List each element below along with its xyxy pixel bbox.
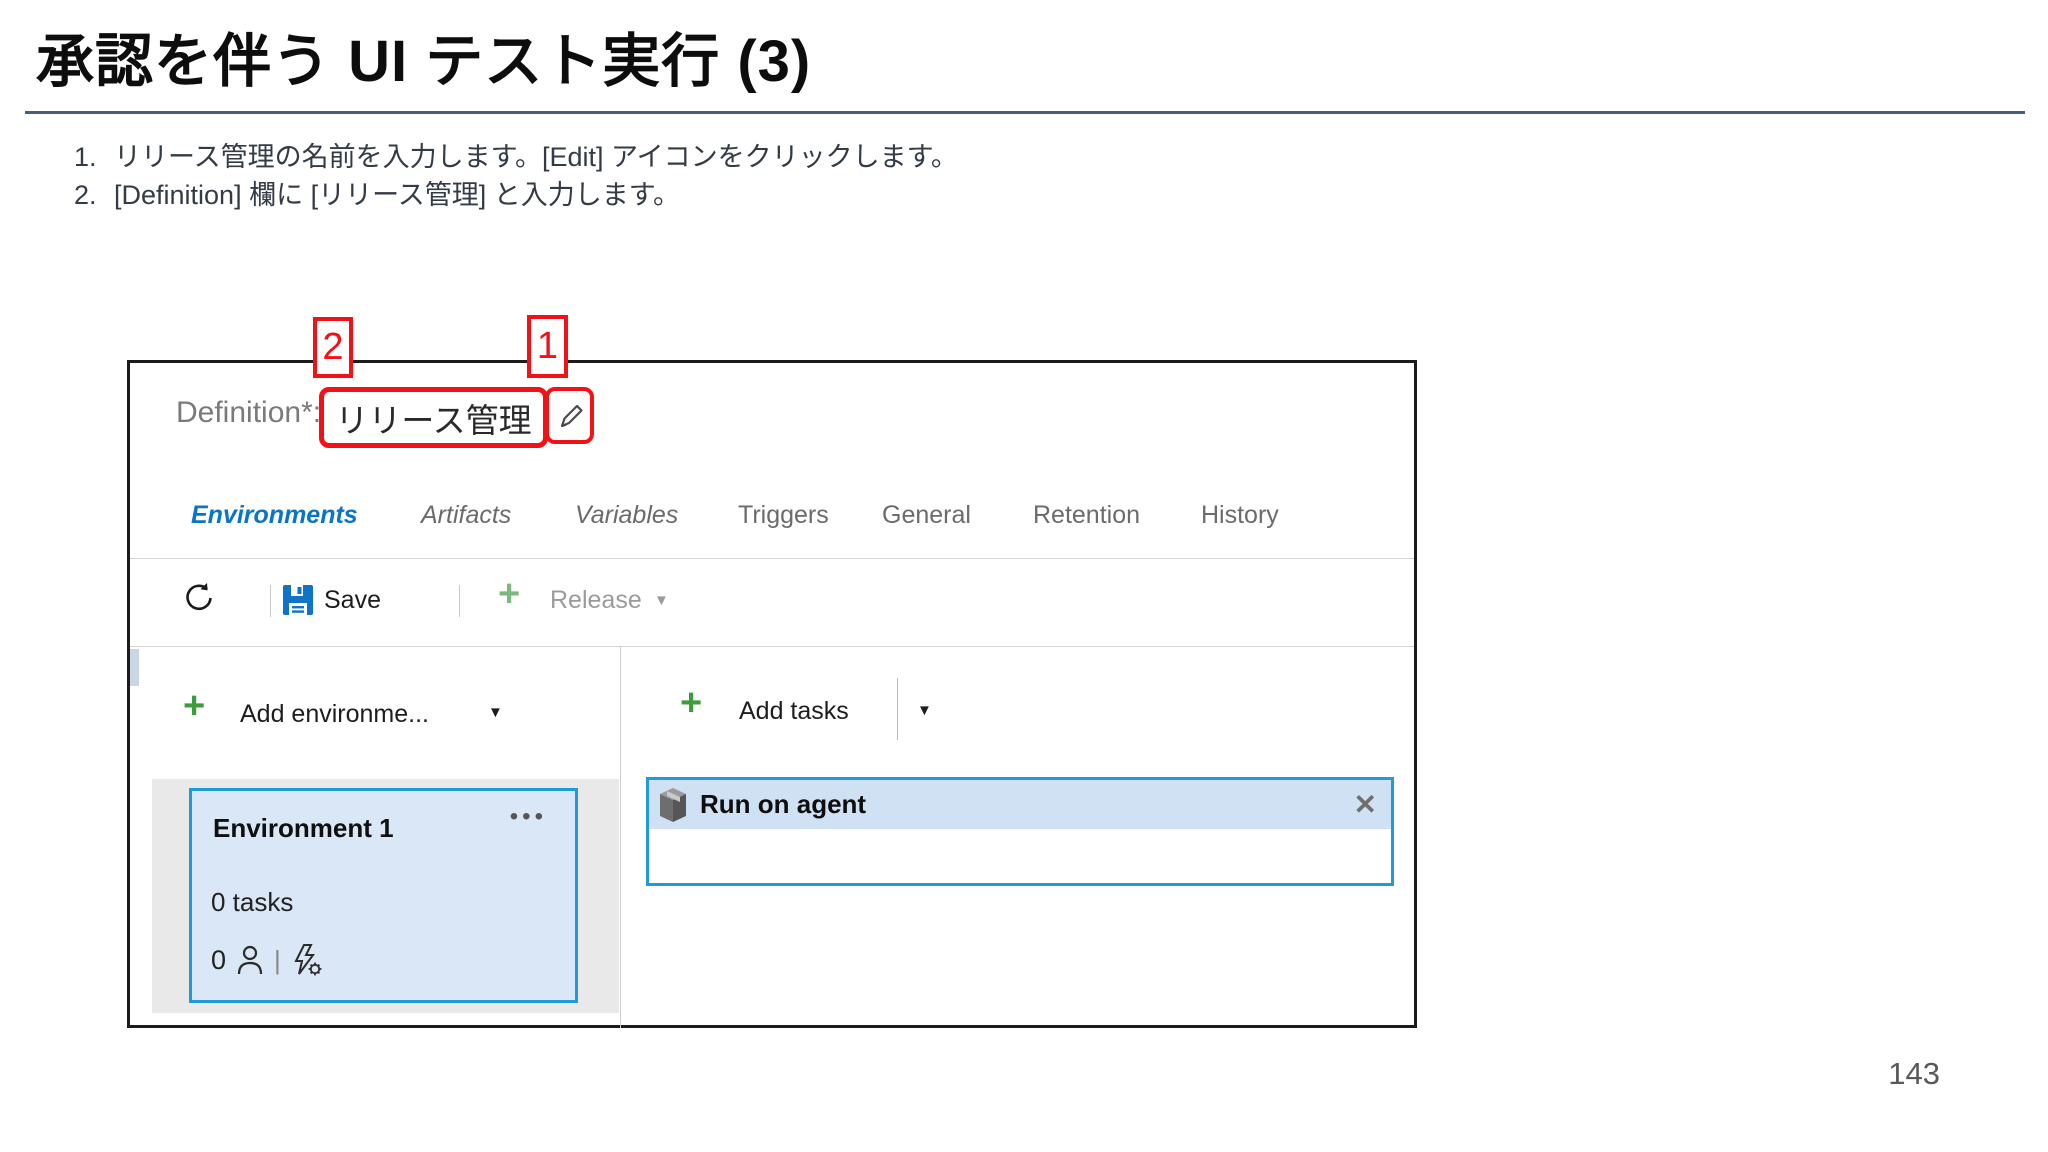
edit-pencil-icon[interactable] bbox=[553, 399, 587, 433]
pane-divider bbox=[620, 646, 621, 1028]
tab-variables[interactable]: Variables bbox=[575, 501, 678, 530]
add-tasks-caret-icon[interactable]: ▼ bbox=[917, 702, 932, 719]
task-group-panel: Run on agent ✕ bbox=[646, 777, 1394, 886]
add-tasks-divider bbox=[897, 678, 898, 740]
annotation-box-definition-value: リリース管理 bbox=[319, 387, 548, 448]
annotation-label-2: 2 bbox=[313, 317, 353, 378]
release-button[interactable]: Release bbox=[550, 586, 642, 615]
annotation-number: 2 bbox=[322, 326, 344, 368]
step-text: リリース管理の名前を入力します。[Edit] アイコンをクリックします。 bbox=[114, 142, 958, 172]
tab-retention[interactable]: Retention bbox=[1033, 501, 1140, 530]
environment-menu-button[interactable]: ••• bbox=[510, 803, 547, 831]
tab-environments[interactable]: Environments bbox=[191, 501, 358, 530]
tab-artifacts[interactable]: Artifacts bbox=[421, 501, 511, 530]
tab-general[interactable]: General bbox=[882, 501, 971, 530]
task-group-title: Run on agent bbox=[700, 789, 867, 819]
environment-name: Environment 1 bbox=[213, 813, 394, 843]
add-environment-button[interactable]: Add environme... bbox=[240, 700, 429, 729]
add-environment-caret-icon[interactable]: ▼ bbox=[488, 704, 503, 721]
package-icon bbox=[658, 786, 688, 824]
refresh-icon bbox=[186, 583, 212, 611]
task-group-header[interactable]: Run on agent bbox=[649, 780, 1391, 829]
tab-triggers[interactable]: Triggers bbox=[738, 501, 829, 530]
add-environment-plus-icon: + bbox=[183, 685, 206, 727]
add-tasks-button[interactable]: Add tasks bbox=[739, 697, 849, 726]
release-plus-icon: + bbox=[498, 573, 521, 615]
approvers-count: 0 bbox=[211, 944, 227, 975]
save-button[interactable]: Save bbox=[324, 586, 381, 615]
annotation-label-1: 1 bbox=[527, 315, 568, 378]
list-item: 1. リリース管理の名前を入力します。[Edit] アイコンをクリックします。 bbox=[74, 138, 958, 176]
scroll-sliver bbox=[130, 649, 139, 686]
step-number: 1. bbox=[74, 142, 97, 172]
page-title: 承認を伴う UI テスト実行 (3) bbox=[36, 29, 812, 94]
tabbar-divider bbox=[130, 558, 1414, 559]
toolbar-divider bbox=[459, 585, 460, 617]
tab-history[interactable]: History bbox=[1201, 501, 1279, 530]
close-icon[interactable]: ✕ bbox=[1354, 788, 1377, 821]
definition-name-field[interactable]: リリース管理 bbox=[335, 394, 531, 442]
save-icon bbox=[282, 584, 314, 616]
step-number: 2. bbox=[74, 180, 97, 210]
step-text: [Definition] 欄に [リリース管理] と入力します。 bbox=[114, 180, 681, 210]
definition-label: Definition*: bbox=[176, 396, 322, 429]
list-item: 2. [Definition] 欄に [リリース管理] と入力します。 bbox=[74, 176, 958, 214]
environment-task-count: 0 tasks bbox=[211, 887, 294, 917]
toolbar-divider bbox=[270, 585, 271, 617]
slide: 承認を伴う UI テスト実行 (3) 1. リリース管理の名前を入力します。[E… bbox=[0, 0, 2048, 1152]
refresh-button[interactable] bbox=[182, 581, 216, 615]
add-tasks-plus-icon: + bbox=[680, 682, 703, 724]
trigger-lightning-gear-icon[interactable] bbox=[291, 943, 323, 977]
status-divider: | bbox=[274, 944, 281, 975]
instruction-list: 1. リリース管理の名前を入力します。[Edit] アイコンをクリックします。 … bbox=[74, 138, 958, 214]
environment-card[interactable]: Environment 1 ••• 0 tasks 0 | bbox=[189, 788, 578, 1003]
annotation-box-edit-icon bbox=[545, 387, 594, 444]
title-underline bbox=[25, 111, 2025, 114]
screenshot-panel: 2 1 Definition*: リリース管理 Environments Art… bbox=[127, 315, 1417, 1028]
toolbar-divider-bottom bbox=[130, 646, 1414, 647]
annotation-number: 1 bbox=[536, 325, 559, 367]
page-number: 143 bbox=[1888, 1056, 1940, 1091]
release-caret-icon[interactable]: ▼ bbox=[654, 592, 669, 609]
person-icon[interactable] bbox=[236, 944, 264, 976]
environment-status-row: 0 | bbox=[211, 943, 323, 977]
